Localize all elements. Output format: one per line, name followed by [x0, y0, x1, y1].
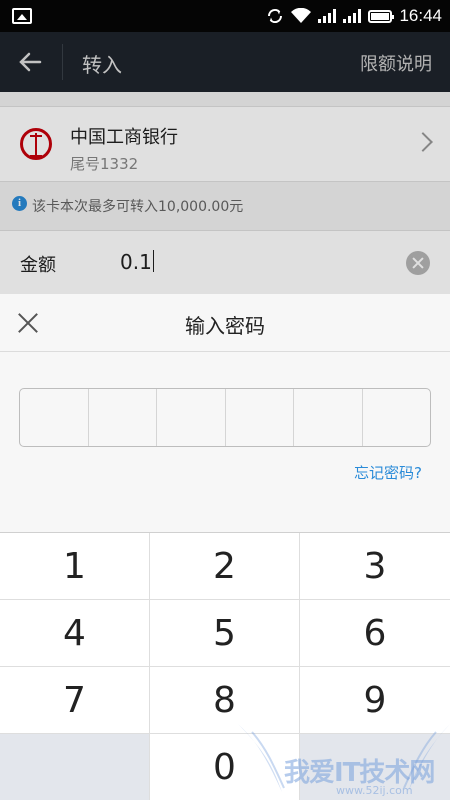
key-0[interactable]: 0 — [150, 734, 300, 800]
forgot-password-link[interactable]: 忘记密码? — [354, 462, 422, 483]
key-8[interactable]: 8 — [150, 667, 300, 734]
status-bar: 16:44 — [0, 0, 450, 32]
pin-cell — [363, 389, 431, 446]
key-1[interactable]: 1 — [0, 533, 150, 600]
password-dialog: 输入密码 忘记密码? — [0, 294, 450, 532]
clock: 16:44 — [399, 6, 442, 25]
password-dialog-title: 输入密码 — [185, 314, 265, 338]
key-9[interactable]: 9 — [300, 667, 450, 734]
password-input[interactable] — [19, 388, 431, 447]
password-dialog-header: 输入密码 — [0, 294, 450, 352]
key-4[interactable]: 4 — [0, 600, 150, 667]
pin-cell — [20, 389, 89, 446]
signal-icon-2 — [343, 9, 362, 23]
numeric-keypad: 1 2 3 4 5 6 7 8 9 0 — [0, 532, 450, 800]
image-notification-icon — [12, 8, 32, 24]
wifi-icon — [291, 8, 312, 23]
key-blank — [0, 734, 150, 800]
key-2[interactable]: 2 — [150, 533, 300, 600]
battery-icon — [368, 9, 395, 23]
sync-icon — [268, 8, 283, 24]
pin-cell — [294, 389, 363, 446]
status-icons: 16:44 — [266, 5, 442, 27]
key-backspace[interactable] — [300, 734, 450, 800]
dim-overlay — [0, 32, 450, 294]
signal-icon — [318, 9, 337, 23]
pin-cell — [89, 389, 157, 446]
pin-cell — [226, 389, 294, 446]
key-5[interactable]: 5 — [150, 600, 300, 667]
key-7[interactable]: 7 — [0, 667, 150, 734]
key-6[interactable]: 6 — [300, 600, 450, 667]
key-3[interactable]: 3 — [300, 533, 450, 600]
pin-cell — [157, 389, 226, 446]
